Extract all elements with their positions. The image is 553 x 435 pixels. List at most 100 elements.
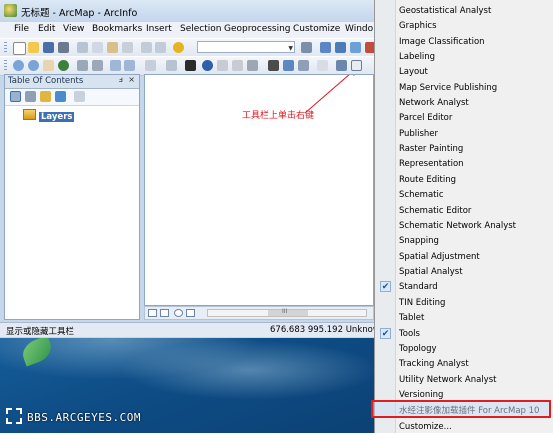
menu-item[interactable]: Schematic Editor (375, 204, 553, 219)
menu-item[interactable]: Route Editing (375, 173, 553, 188)
catalog-window-icon[interactable] (335, 42, 346, 53)
close-icon[interactable]: × (128, 75, 135, 84)
horizontal-scrollbar[interactable]: III (207, 308, 367, 317)
menu-item-label: Graphics (399, 21, 437, 31)
zoom-in-icon[interactable] (13, 60, 24, 71)
find-route-icon[interactable] (283, 60, 294, 71)
menu-bookmarks[interactable]: Bookmarks (92, 24, 142, 34)
toolbar-grip[interactable] (4, 42, 7, 54)
menu-item[interactable]: Utility Network Analyst (375, 373, 553, 388)
toolbar-options-dropdown-icon[interactable] (351, 60, 362, 71)
full-extent-icon[interactable] (58, 60, 69, 71)
menu-item[interactable]: Geostatistical Analyst (375, 4, 553, 19)
menu-item[interactable]: ✔ Tools (375, 327, 553, 342)
delete-icon[interactable] (122, 42, 133, 53)
pause-drawing-icon[interactable] (186, 309, 195, 317)
pointer-icon[interactable] (185, 60, 196, 71)
pan-icon[interactable] (43, 60, 54, 71)
menu-item-label: Schematic (399, 190, 444, 200)
cut-icon[interactable] (77, 42, 88, 53)
menu-item-label: Route Editing (399, 175, 456, 185)
time-slider-icon[interactable] (317, 60, 328, 71)
menu-item[interactable]: TIN Editing (375, 296, 553, 311)
menu-item[interactable]: Labeling (375, 50, 553, 65)
menu-item[interactable]: Publisher (375, 127, 553, 142)
menu-view[interactable]: View (63, 24, 84, 34)
toolbar-grip[interactable] (4, 60, 7, 72)
select-elements-icon[interactable] (145, 60, 156, 71)
undo-icon[interactable] (141, 42, 152, 53)
create-viewer-icon[interactable] (336, 60, 347, 71)
layers-node[interactable]: Layers (23, 109, 75, 122)
map-scale-combo[interactable]: ▼ (197, 41, 295, 53)
scrollbar-thumb[interactable]: III (268, 308, 308, 316)
menu-item-label: TIN Editing (399, 298, 446, 308)
menu-insert[interactable]: Insert (146, 24, 172, 34)
title-bar[interactable]: 无标题 - ArcMap - ArcInfo (0, 0, 378, 22)
go-back-icon[interactable] (110, 60, 121, 71)
toc-options-icon[interactable] (74, 91, 85, 102)
fixed-zoom-in-icon[interactable] (77, 60, 88, 71)
menu-item-label: Labeling (399, 52, 436, 62)
list-by-visibility-icon[interactable] (40, 91, 51, 102)
zoom-out-icon[interactable] (28, 60, 39, 71)
menu-item[interactable]: Network Analyst (375, 96, 553, 111)
identify-icon[interactable] (202, 60, 213, 71)
menu-windows[interactable]: Windo (345, 24, 373, 34)
menu-item-label: Tools (399, 329, 420, 339)
add-data-icon[interactable] (173, 42, 184, 53)
pin-icon[interactable]: ⅎ (119, 75, 123, 84)
window-title: 无标题 - ArcMap - ArcInfo (21, 8, 138, 19)
find-binoculars-icon[interactable] (268, 60, 279, 71)
redo-icon[interactable] (155, 42, 166, 53)
list-by-drawing-order-icon[interactable] (10, 91, 21, 102)
menu-customize[interactable]: Customize (293, 24, 340, 34)
menu-item[interactable]: Tablet (375, 311, 553, 326)
editor-toolbar-icon[interactable] (301, 42, 312, 53)
menu-edit[interactable]: Edit (38, 24, 55, 34)
go-forward-icon[interactable] (124, 60, 135, 71)
refresh-icon[interactable] (174, 309, 183, 317)
menu-item[interactable]: Image Classification (375, 35, 553, 50)
menu-geoprocessing[interactable]: Geoprocessing (224, 24, 291, 34)
menu-item[interactable]: Representation (375, 157, 553, 172)
measure-icon[interactable] (247, 60, 258, 71)
toc-window-icon[interactable] (320, 42, 331, 53)
html-popup-icon[interactable] (232, 60, 243, 71)
menu-item[interactable]: Map Service Publishing (375, 81, 553, 96)
standard-toolbar: ▼ (0, 38, 378, 58)
menu-item[interactable]: Parcel Editor (375, 111, 553, 126)
menu-item[interactable]: Snapping (375, 234, 553, 249)
fixed-zoom-out-icon[interactable] (92, 60, 103, 71)
menu-item-label: Image Classification (399, 37, 485, 47)
print-icon[interactable] (58, 42, 69, 53)
layout-view-icon[interactable] (160, 309, 169, 317)
menu-selection[interactable]: Selection (180, 24, 221, 34)
menu-item[interactable]: Schematic Network Analyst (375, 219, 553, 234)
data-view-icon[interactable] (148, 309, 157, 317)
hyperlink-icon[interactable] (217, 60, 228, 71)
checkmark-icon: ✔ (380, 328, 391, 339)
menu-item[interactable]: ✔ Standard (375, 280, 553, 295)
menu-item[interactable]: Topology (375, 342, 553, 357)
menu-item[interactable]: Raster Painting (375, 142, 553, 157)
list-by-source-icon[interactable] (25, 91, 36, 102)
menu-item[interactable]: Graphics (375, 19, 553, 34)
search-window-icon[interactable] (350, 42, 361, 53)
select-features-icon[interactable] (166, 60, 177, 71)
menu-item[interactable]: Spatial Adjustment (375, 250, 553, 265)
menu-item-label: Publisher (399, 129, 439, 139)
menu-item-label: Snapping (399, 236, 439, 246)
open-folder-icon[interactable] (28, 42, 39, 53)
copy-icon[interactable] (92, 42, 103, 53)
menu-item[interactable]: Spatial Analyst (375, 265, 553, 280)
list-by-selection-icon[interactable] (55, 91, 66, 102)
new-document-icon[interactable] (13, 42, 26, 55)
go-to-xy-icon[interactable] (298, 60, 309, 71)
menu-file[interactable]: File (14, 24, 29, 34)
menu-item[interactable]: Layout (375, 65, 553, 80)
save-icon[interactable] (43, 42, 54, 53)
paste-icon[interactable] (107, 42, 118, 53)
menu-item[interactable]: Schematic (375, 188, 553, 203)
menu-item[interactable]: Tracking Analyst (375, 357, 553, 372)
